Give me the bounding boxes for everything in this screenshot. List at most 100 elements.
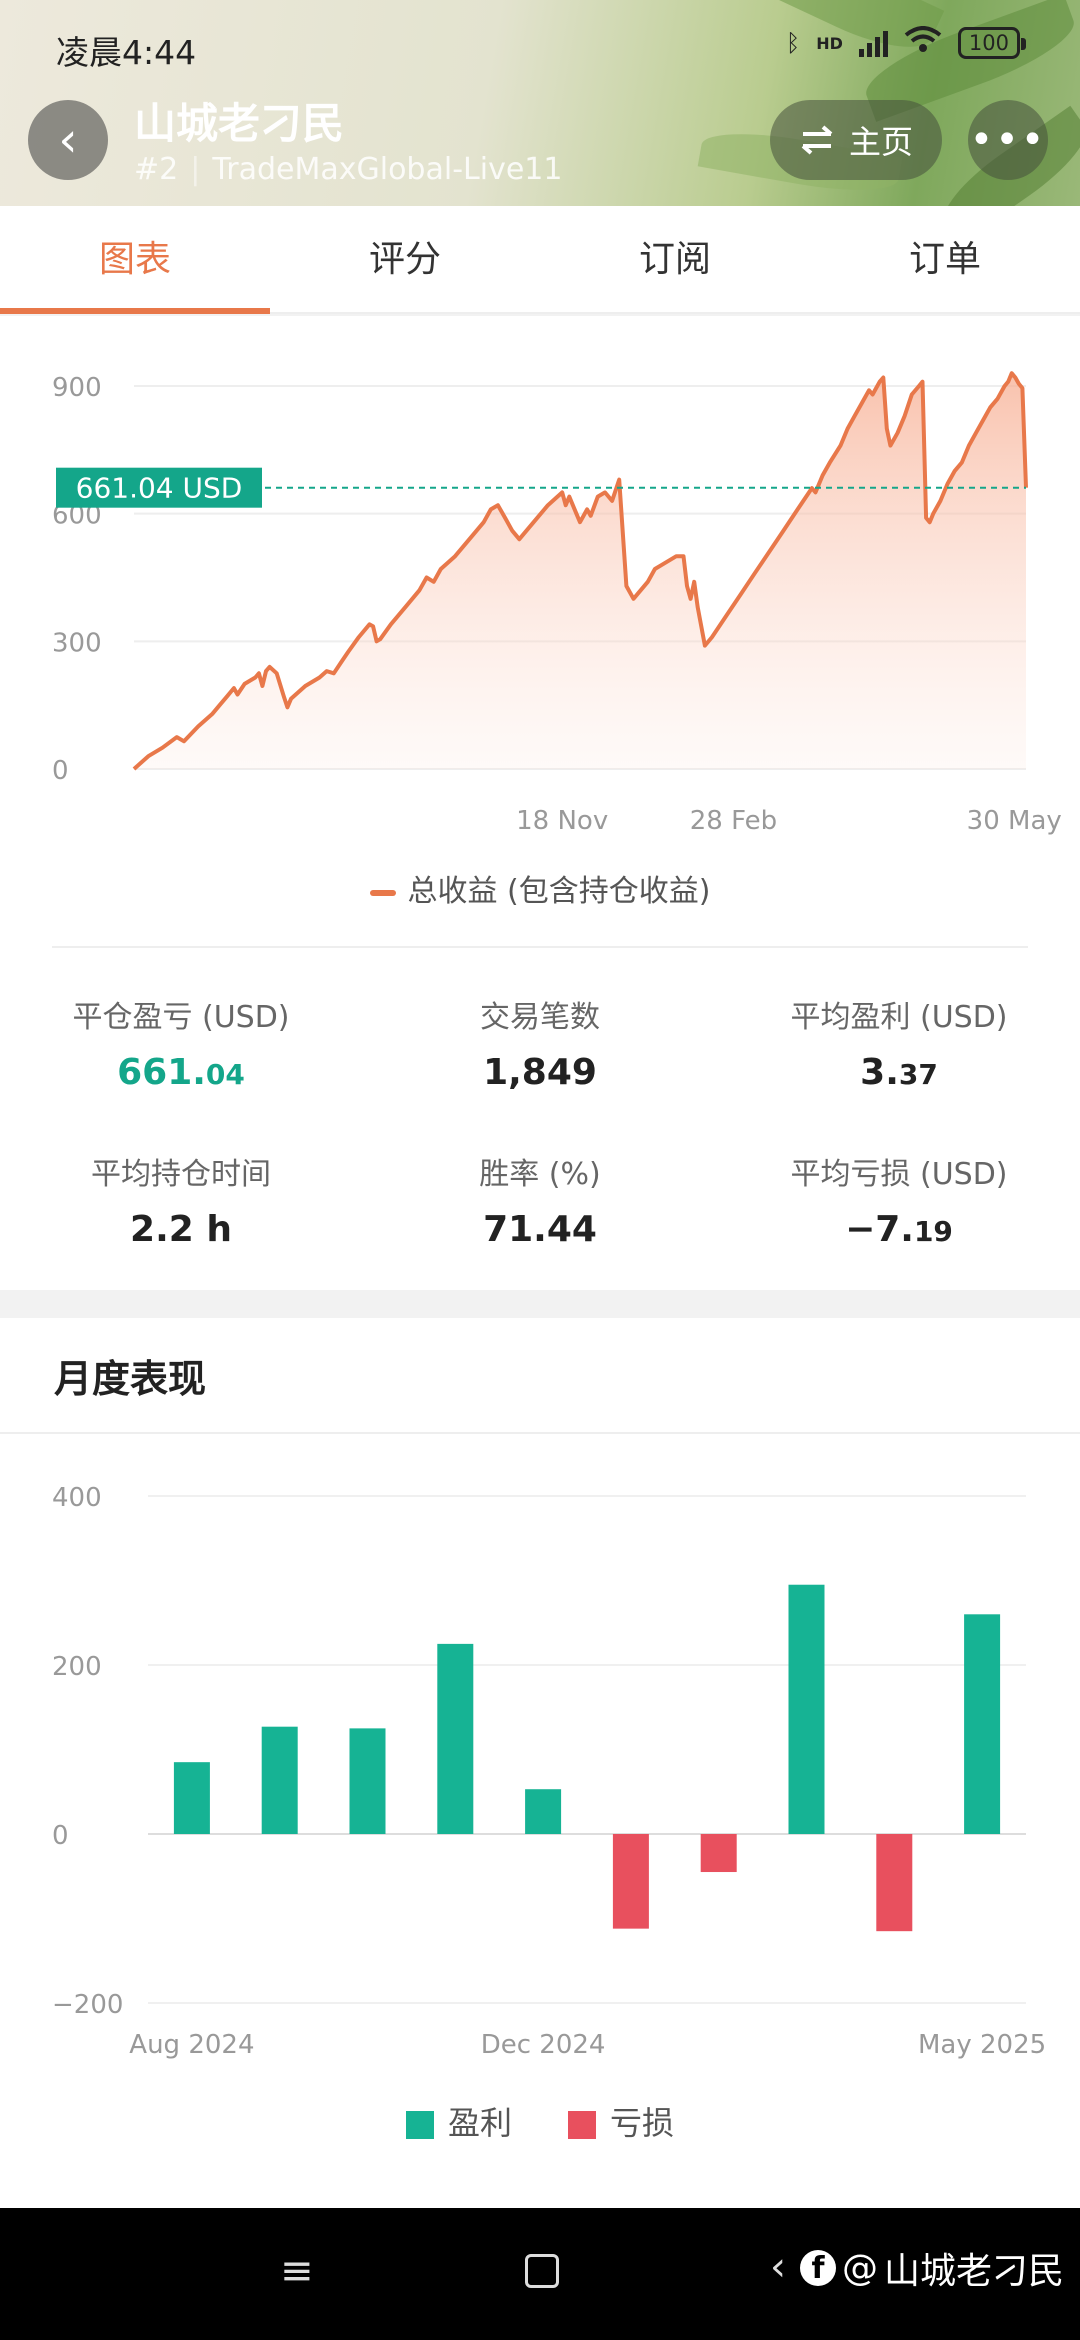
stat-value-dec: 04 [205, 1058, 245, 1091]
stat-label: 平均盈利 (USD) [790, 1000, 1008, 1035]
equity-card: 0 300 600 900 18 Nov 28 Feb 30 May 661.04 USD 总… [0, 316, 1080, 1290]
system-nav-bar: ≡ ‹ f @ 山城老刁民 [0, 2208, 1080, 2340]
watermark-prefix: @ [842, 2247, 878, 2289]
stat-avg-hold-time: 平均持仓时间 2.2 h [0, 1149, 362, 1250]
legend-swatch-loss [568, 2111, 596, 2139]
more-icon: ••• [969, 117, 1047, 163]
bar-nov-2024 [437, 1643, 474, 1834]
bar-aug-2024 [173, 1762, 210, 1834]
separator: | [190, 152, 201, 187]
stat-value: 1,849 [362, 1052, 718, 1093]
legend-swatch-profit [405, 2111, 434, 2139]
stat-value: −7.19 [718, 1209, 1080, 1250]
battery-icon: 100 [957, 27, 1027, 59]
legend-item-profit[interactable]: 盈利 [405, 2098, 512, 2144]
monthly-bar-chart: 400 200 0 −200Aug 2024 Dec 2024 May 2025 [52, 1483, 1046, 2060]
divider [52, 946, 1028, 948]
stat-value-dec: 37 [898, 1058, 938, 1091]
x-tick-label: Aug 2024 [129, 2030, 254, 2060]
stat-value-int: −7. [845, 1209, 914, 1250]
tab-orders[interactable]: 订单 [810, 206, 1080, 312]
x-tick-label: May 2025 [918, 2030, 1046, 2060]
stat-value: 71.44 [362, 1209, 718, 1250]
stat-value-int: 3. [860, 1052, 899, 1093]
hd-badge: HD [816, 33, 843, 53]
menu-icon[interactable]: ≡ [280, 2248, 314, 2294]
chevron-left-icon: ‹ [58, 112, 78, 168]
watermark: f @ 山城老刁民 [800, 2242, 1064, 2294]
current-value-label: 661.04 USD [76, 472, 243, 505]
stat-label: 平均亏损 (USD) [790, 1157, 1008, 1192]
y-tick-label: 300 [52, 628, 102, 658]
stat-avg-profit: 平均盈利 (USD) 3.37 [718, 992, 1080, 1093]
legend-label: 亏损 [610, 2104, 675, 2142]
bar-dec-2024 [525, 1789, 562, 1834]
account-name: TradeMaxGlobal-Live11 [212, 152, 563, 187]
status-icons: ᛒ HD 100 [785, 26, 1027, 60]
y-tick-label: −200 [52, 1990, 123, 2020]
stat-value: 3.37 [718, 1052, 1080, 1093]
watermark-name: 山城老刁民 [884, 2251, 1065, 2292]
x-tick-label: Dec 2024 [481, 2030, 606, 2060]
home-button[interactable]: 主页 [770, 100, 942, 180]
home-button-label: 主页 [848, 123, 913, 161]
monthly-legend: 盈利 亏损 [0, 2098, 1080, 2144]
more-button[interactable]: ••• [968, 100, 1048, 180]
swap-icon [801, 125, 833, 155]
stat-value-int: 661. [117, 1052, 206, 1093]
stat-label: 平仓盈亏 (USD) [72, 1000, 290, 1035]
account-subtitle: #2 | TradeMaxGlobal-Live11 [134, 152, 562, 187]
x-tick-label: 28 Feb [690, 806, 777, 836]
legend-item-loss[interactable]: 亏损 [568, 2098, 674, 2144]
page-title: 山城老刁民 [134, 99, 345, 148]
y-tick-label: 900 [52, 373, 102, 403]
stat-closed-pnl: 平仓盈亏 (USD) 661.04 [0, 992, 362, 1093]
stat-avg-loss: 平均亏损 (USD) −7.19 [718, 1149, 1080, 1250]
tab-rating[interactable]: 评分 [270, 206, 540, 312]
back-button[interactable]: ‹ [28, 100, 108, 180]
y-tick-label: 200 [52, 1652, 102, 1682]
stat-value: 661.04 [0, 1052, 362, 1093]
bar-oct-2024 [349, 1728, 386, 1834]
bar-jan-2025 [612, 1834, 649, 1929]
signal-icon [858, 29, 888, 57]
y-tick-label: 0 [52, 756, 69, 786]
nav-back-icon[interactable]: ‹ [770, 2244, 786, 2290]
bar-sep-2024 [261, 1726, 298, 1834]
equity-area [134, 373, 1026, 769]
stat-value-int: 71.44 [483, 1209, 597, 1250]
bar-feb-2025 [700, 1834, 737, 1873]
legend-label: 盈利 [447, 2104, 512, 2142]
rank-label: #2 [134, 152, 179, 187]
legend-label: 总收益 (包含持仓收益) [407, 874, 711, 909]
y-tick-label: 0 [52, 1821, 69, 1851]
stat-win-rate: 胜率 (%) 71.44 [362, 1149, 718, 1250]
status-time: 凌晨4:44 [56, 33, 197, 72]
equity-legend: 总收益 (包含持仓收益) [0, 866, 1080, 910]
stat-label: 胜率 (%) [479, 1157, 601, 1192]
bar-apr-2025 [876, 1834, 913, 1932]
facebook-icon: f [800, 2250, 836, 2286]
equity-chart: 030060090018 Nov 28 Feb 30 May661.04 USD [52, 371, 1062, 836]
tab-bar: 图表 评分 订阅 订单 [0, 206, 1080, 314]
stat-trade-count: 交易笔数 1,849 [362, 992, 718, 1093]
stat-value-int: 1,849 [483, 1052, 597, 1093]
stat-label: 平均持仓时间 [91, 1157, 271, 1192]
home-square-icon[interactable] [525, 2254, 559, 2288]
bar-mar-2025 [788, 1584, 825, 1834]
stat-value-int: 2.2 h [130, 1209, 232, 1250]
bar-may-2025 [964, 1614, 1001, 1834]
x-tick-label: 30 May [967, 806, 1062, 836]
tab-chart[interactable]: 图表 [0, 206, 270, 314]
bluetooth-icon: ᛒ [785, 29, 801, 57]
tab-subscribe[interactable]: 订阅 [540, 206, 810, 312]
x-tick-label: 18 Nov [516, 806, 608, 836]
profile-header: 凌晨4:44 ᛒ HD 100 ‹ 山城老刁民 #2 | TradeMaxGlo… [0, 0, 1080, 206]
wifi-icon [904, 26, 942, 60]
monthly-card: 月度表现 400 200 0 −200 Aug 2024 Dec 2024 May 2025… [0, 1318, 1080, 2208]
stat-label: 交易笔数 [480, 1000, 600, 1035]
stat-value: 2.2 h [0, 1209, 362, 1250]
stat-value-dec: 19 [913, 1215, 953, 1248]
stats-grid: 平仓盈亏 (USD) 661.04 交易笔数 1,849 平均盈利 (USD) … [0, 992, 1080, 1250]
legend-line-swatch [369, 889, 396, 896]
